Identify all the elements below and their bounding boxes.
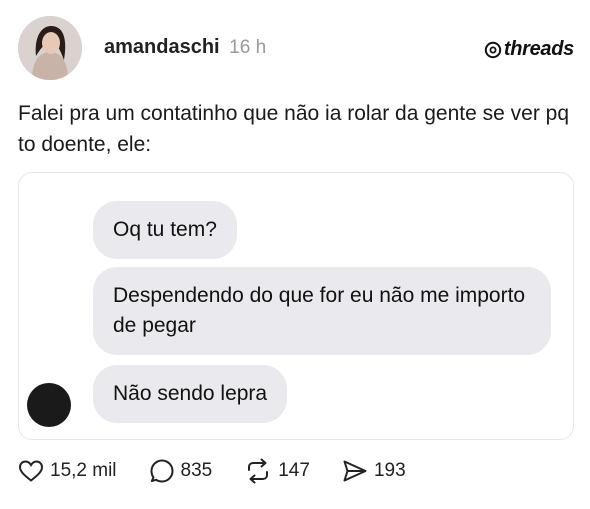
message-bubble: Despendendo do que for eu não me importo… [93,267,551,355]
threads-brand-text: threads [503,38,574,60]
post-text: Falei pra um contatinho que não ia rolar… [18,102,570,156]
username[interactable]: amandaschi [104,36,220,58]
send-icon [343,460,367,482]
avatar-photo-icon [18,16,82,80]
heart-icon [18,460,44,482]
sender-avatar [27,383,71,427]
comment-icon [150,459,174,483]
message-bubble: Não sendo lepra [93,365,288,423]
reply-button[interactable]: 835 [149,458,213,484]
action-bar: 15,2 mil 835 147 193 [18,458,438,484]
post-header: amandaschi 16 h threads [18,14,574,84]
share-button[interactable]: 193 [342,459,406,483]
user-avatar[interactable] [18,16,82,80]
user-line: amandaschi 16 h [104,36,266,59]
repost-count: 147 [278,460,310,481]
like-count: 15,2 mil [50,460,117,481]
repost-button[interactable]: 147 [244,458,310,484]
message-bubble: Oq tu tem? [93,201,237,259]
chat-screenshot[interactable]: Oq tu tem? Despendendo do que for eu não… [18,172,574,440]
repost-icon [248,458,269,484]
share-count: 193 [373,460,406,481]
reply-count: 835 [180,460,213,481]
post-time: 16 h [229,37,267,58]
threads-logo[interactable]: threads [484,38,574,61]
like-button[interactable]: 15,2 mil [18,459,117,483]
threads-icon [484,41,502,58]
